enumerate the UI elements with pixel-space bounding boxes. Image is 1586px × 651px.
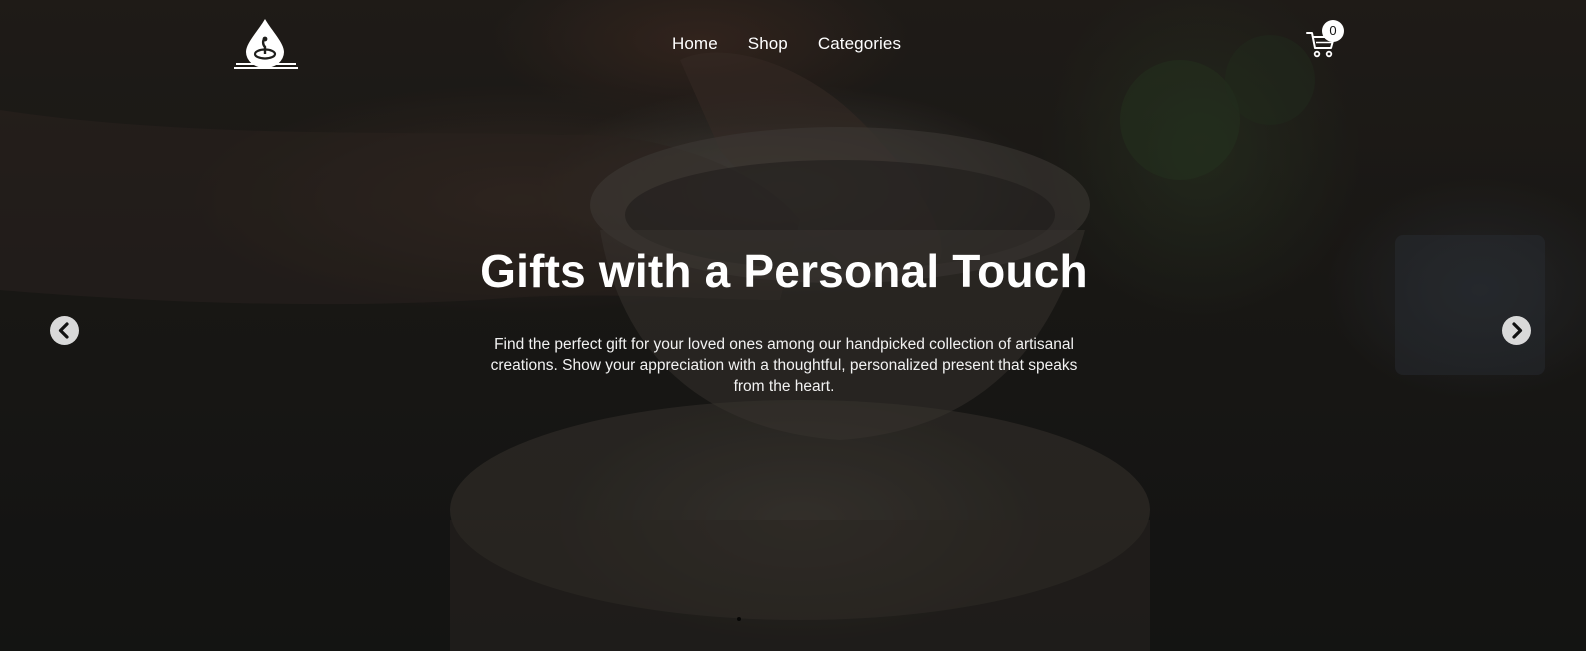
chevron-right-icon (1512, 322, 1523, 339)
hero-background (0, 0, 1586, 651)
hero-title: Gifts with a Personal Touch (480, 245, 1088, 297)
nav-home-link[interactable]: Home (672, 34, 718, 54)
cart-count-badge: 0 (1322, 20, 1344, 42)
carousel-next-button[interactable] (1502, 316, 1531, 345)
nav-categories-link[interactable]: Categories (818, 34, 901, 54)
carousel-indicator-dot[interactable] (737, 617, 741, 621)
chevron-left-icon (58, 322, 69, 339)
carousel-prev-button[interactable] (50, 316, 79, 345)
nav-shop-link[interactable]: Shop (748, 34, 788, 54)
main-nav: Home Shop Categories (672, 34, 901, 54)
brand-logo-icon[interactable] (234, 17, 298, 71)
hero-description: Find the perfect gift for your loved one… (490, 336, 1078, 395)
